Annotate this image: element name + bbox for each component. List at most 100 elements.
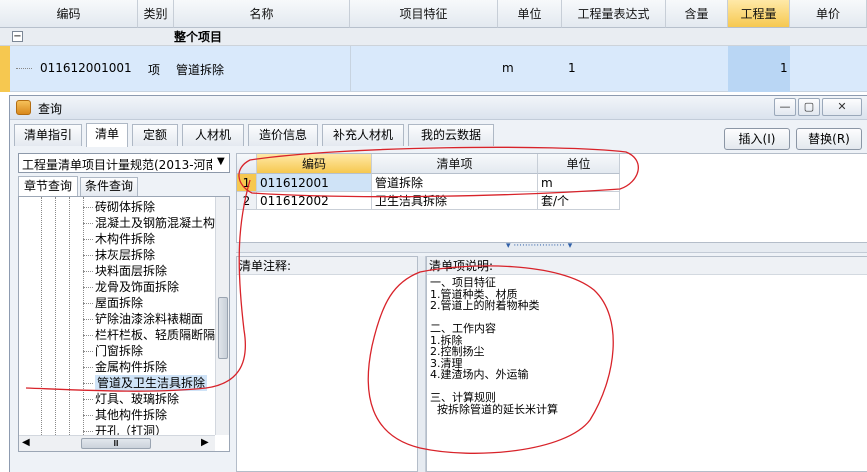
restore-button[interactable]: ▢ — [798, 98, 820, 116]
col-header-type[interactable]: 类别 — [138, 0, 174, 28]
description-line: 1.拆除 — [430, 333, 463, 347]
tab-price-info[interactable]: 造价信息 — [248, 124, 318, 146]
tree-connector — [83, 223, 93, 224]
col-header-name[interactable]: 名称 — [174, 0, 350, 28]
tree-connector — [83, 303, 93, 304]
dialog-titlebar[interactable]: 查询 — ▢ ✕ — [10, 96, 867, 120]
tree-connector — [83, 431, 93, 432]
tree-connector — [83, 207, 93, 208]
tab-supplement[interactable]: 补充人材机 — [322, 124, 404, 146]
tree-item-label: 管道及卫生洁具拆除 — [95, 375, 208, 391]
corner-cell — [237, 154, 257, 174]
col-header-quantity[interactable]: 工程量 — [728, 0, 790, 28]
description-line: 二、工作内容 — [430, 322, 496, 335]
tree-item-label: 屋面拆除 — [95, 296, 144, 310]
group-row[interactable]: − 整个项目 — [0, 28, 867, 46]
tab-quota[interactable]: 定额 — [132, 124, 178, 146]
row-unit: m — [502, 61, 514, 75]
tree-connector — [83, 287, 93, 288]
tab-guide[interactable]: 清单指引 — [14, 124, 82, 146]
row-code: 011612001001 — [40, 61, 132, 75]
table-row[interactable]: 2 011612002 卫生洁具拆除 套/个 — [237, 192, 621, 210]
spec-select[interactable]: 工程量清单项目计量规范(2013-河南 ▼ — [18, 153, 230, 173]
insert-button[interactable]: 插入(I) — [724, 128, 790, 150]
query-dialog: 查询 — ▢ ✕ 清单指引 清单 定额 人材机 造价信息 补充人材机 我的云数据… — [9, 95, 867, 472]
res-unit: m — [538, 174, 620, 192]
app-logo-icon — [16, 100, 31, 115]
res-col-name[interactable]: 清单项 — [372, 154, 538, 174]
subtab-chapter[interactable]: 章节查询 — [18, 176, 78, 196]
description-panel: 清单项说明: 一、项目特征 1.管道种类、材质 2.管道上的附着物种类 二、工作内容 1… — [426, 256, 867, 472]
subtab-condition[interactable]: 条件查询 — [80, 177, 138, 196]
res-code: 011612001 — [257, 174, 372, 192]
res-name: 管道拆除 — [372, 174, 538, 192]
splitter[interactable]: ▾ ·················· ▾ — [236, 241, 867, 253]
tab-cloud-data[interactable]: 我的云数据 — [408, 124, 494, 146]
tree-vscrollbar[interactable] — [215, 197, 229, 435]
table-row[interactable]: 011612001001 项 管道拆除 m 1 1 — [0, 46, 867, 92]
group-label: 整个项目 — [174, 30, 223, 44]
row-number: 2 — [237, 192, 257, 210]
notes-panel: 清单注释: — [236, 256, 418, 472]
tree-item-label: 木构件拆除 — [95, 232, 156, 246]
collapse-toggle-icon[interactable]: − — [12, 31, 23, 42]
res-code: 011612002 — [257, 192, 372, 210]
chevron-down-icon[interactable]: ▼ — [217, 156, 225, 167]
description-line: 2.控制扬尘 — [430, 345, 485, 358]
tree-connector — [83, 351, 93, 352]
tree-hscrollbar[interactable]: ◀ Ⅲ ▶ — [19, 435, 215, 451]
tree-connector — [83, 335, 93, 336]
dialog-title: 查询 — [38, 102, 63, 116]
scroll-left-icon[interactable]: ◀ — [22, 437, 30, 448]
tree-connector — [83, 255, 93, 256]
notes-label: 清单注释: — [237, 257, 417, 275]
tree-connector — [83, 383, 93, 384]
row-number: 1 — [237, 174, 257, 192]
description-line: 2.管道上的附着物种类 — [430, 299, 540, 312]
col-header-content[interactable]: 含量 — [666, 0, 728, 28]
vscroll-thumb[interactable] — [218, 297, 228, 359]
tree-item-label: 混凝土及钢筋混凝土构件 — [95, 216, 215, 230]
row-type: 项 — [148, 63, 161, 77]
tree-item-label: 门窗拆除 — [95, 344, 144, 358]
tab-labor-material[interactable]: 人材机 — [182, 124, 244, 146]
tree-connector — [83, 367, 93, 368]
splitter-grip-icon[interactable]: ▾ ·················· ▾ — [506, 241, 572, 251]
description-line: 按拆除管道的延长米计算 — [430, 402, 558, 416]
res-unit: 套/个 — [538, 192, 620, 210]
tree-list: 砖砌体拆除 混凝土及钢筋混凝土构件 木构件拆除 抹灰层拆除 块料面层拆除 龙骨及饰面拆除屋… — [19, 199, 215, 435]
tree-item-label: 块料面层拆除 — [95, 264, 168, 278]
res-col-code[interactable]: 编码 — [257, 154, 372, 174]
col-header-unit[interactable]: 单位 — [498, 0, 562, 28]
row-name: 管道拆除 — [176, 63, 225, 77]
tree-item-label: 其他构件拆除 — [95, 408, 168, 422]
close-button[interactable]: ✕ — [822, 98, 862, 116]
col-header-feature[interactable]: 项目特征 — [350, 0, 498, 28]
chapter-tree: 砖砌体拆除 混凝土及钢筋混凝土构件 木构件拆除 抹灰层拆除 块料面层拆除 龙骨及饰面拆除屋… — [18, 196, 230, 452]
vertical-splitter[interactable] — [418, 256, 426, 472]
spec-select-value: 工程量清单项目计量规范(2013-河南 — [22, 158, 212, 172]
scroll-right-icon[interactable]: ▶ — [201, 437, 209, 448]
col-header-code[interactable]: 编码 — [0, 0, 138, 28]
tree-item-label: 砖砌体拆除 — [95, 200, 156, 214]
col-header-price[interactable]: 单价 — [790, 0, 867, 28]
tree-item-label: 栏杆栏板、轻质隔断隔墙 — [95, 328, 215, 342]
tree-connector — [83, 271, 93, 272]
res-col-unit[interactable]: 单位 — [538, 154, 620, 174]
description-text: 一、项目特征 1.管道种类、材质 2.管道上的附着物种类 二、工作内容 1.拆除 2.控制… — [430, 277, 860, 415]
tree-item-label: 灯具、玻璃拆除 — [95, 392, 180, 406]
tree-connector — [83, 415, 93, 416]
row-indicator — [0, 46, 10, 92]
replace-button[interactable]: 替换(R) — [796, 128, 862, 150]
table-row[interactable]: 1 011612001 管道拆除 m — [237, 174, 621, 192]
hscroll-thumb[interactable]: Ⅲ — [81, 438, 151, 449]
tree-connector — [83, 399, 93, 400]
tab-bill[interactable]: 清单 — [86, 123, 128, 147]
description-label: 清单项说明: — [427, 257, 867, 275]
col-header-expr[interactable]: 工程量表达式 — [562, 0, 666, 28]
minimize-button[interactable]: — — [774, 98, 796, 116]
tree-item-label: 铲除油漆涂料裱糊面 — [95, 312, 204, 326]
tree-item-label: 龙骨及饰面拆除 — [95, 280, 180, 294]
res-name: 卫生洁具拆除 — [372, 192, 538, 210]
tree-item-label: 开孔（打洞） — [95, 424, 168, 435]
